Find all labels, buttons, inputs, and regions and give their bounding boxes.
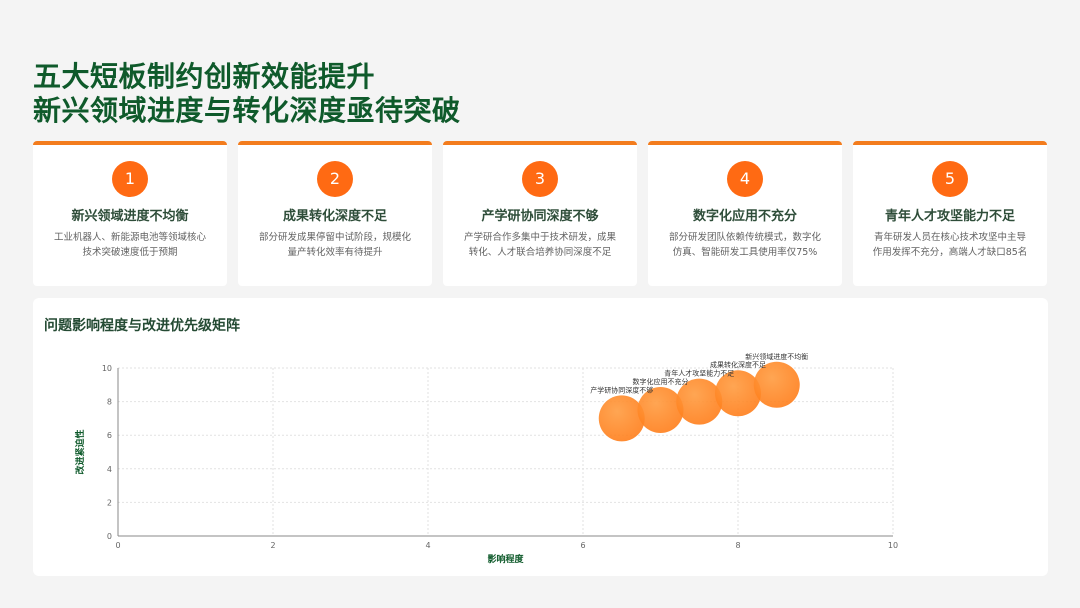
issue-card-5: 5 青年人才攻坚能力不足 青年研发人员在核心技术攻坚中主导作用发挥不充分，高端人… (853, 141, 1047, 286)
number-badge: 4 (727, 161, 763, 197)
data-point-label: 青年人才攻坚能力不足 (664, 369, 734, 378)
y-tick-label: 0 (107, 532, 112, 541)
card-title: 数字化应用不充分 (692, 209, 797, 224)
card-description: 工业机器人、新能源电池等领域核心技术突破速度低于预期 (53, 232, 206, 258)
data-point-label: 数字化应用不充分 (633, 377, 689, 386)
issue-card-3: 3 产学研协同深度不够 产学研合作多集中于技术研发，成果转化、人才联合培养协同深… (443, 141, 637, 286)
card-description: 部分研发成果停留中试阶段，规模化量产转化效率有待提升 (258, 232, 411, 258)
x-tick-label: 8 (735, 541, 740, 550)
number-badge: 5 (932, 161, 968, 197)
page-title-line-2: 新兴领域进度与转化深度亟待突破 (33, 94, 461, 127)
number-badge: 1 (112, 161, 148, 197)
scatter-chart: 0 2 4 6 8 10 0 2 4 6 8 10 影响程度 改进紧迫性 产学研协同深度不够数字化应用不充分… (74, 352, 898, 565)
chart-panel: 0 2 4 6 8 10 0 2 4 6 8 10 影响程度 改进紧迫性 产学研协同深度不够 数字化应用不充分… (33, 298, 1048, 576)
issue-card-1: 1 新兴领域进度不均衡 工业机器人、新能源电池等领域核心技术突破速度低于预期 (33, 141, 227, 286)
data-point-label: 产学研协同深度不够 (590, 385, 653, 394)
card-description: 产学研合作多集中于技术研发，成果转化、人才联合培养协同深度不足 (463, 232, 616, 258)
y-axis-label: 改进紧迫性 (74, 429, 86, 474)
y-tick-label: 10 (102, 364, 112, 373)
page-title-line-1: 五大短板制约创新效能提升 (33, 60, 376, 93)
issue-card-4: 4 数字化应用不充分 部分研发团队依赖传统模式，数字化仿真、智能研发工具使用率仅… (648, 141, 842, 286)
issue-cards: 1 新兴领域进度不均衡 工业机器人、新能源电池等领域核心技术突破速度低于预期 2… (33, 141, 1048, 286)
page-title: 五大短板制约创新效能提升 新兴领域进度与转化深度亟待突破 (33, 60, 733, 128)
card-title: 产学研协同深度不够 (481, 209, 599, 224)
x-tick-label: 10 (888, 541, 898, 550)
card-title: 新兴领域进度不均衡 (71, 209, 189, 224)
data-point-label: 成果转化深度不足 (710, 360, 766, 369)
card-title: 青年人才攻坚能力不足 (884, 209, 1015, 224)
x-tick-label: 4 (425, 541, 430, 550)
number-badge: 3 (522, 161, 558, 197)
x-axis-label: 影响程度 (487, 553, 524, 565)
y-tick-label: 2 (107, 498, 112, 507)
x-tick-label: 0 (115, 541, 120, 550)
data-point-label: 新兴领域进度不均衡 (745, 352, 808, 361)
number-badge: 2 (317, 161, 353, 197)
card-title: 成果转化深度不足 (282, 209, 387, 224)
x-tick-label: 6 (580, 541, 585, 550)
card-description: 青年研发人员在核心技术攻坚中主导作用发挥不充分，高端人才缺口85名 (872, 232, 1028, 258)
x-tick-label: 2 (270, 541, 275, 550)
y-tick-label: 6 (107, 431, 112, 440)
data-point (598, 395, 645, 442)
card-description: 部分研发团队依赖传统模式，数字化仿真、智能研发工具使用率仅75% (668, 232, 821, 258)
chart-title: 问题影响程度与改进优先级矩阵 (44, 318, 240, 334)
y-tick-label: 8 (107, 398, 112, 407)
y-tick-label: 4 (107, 465, 112, 474)
issue-card-2: 2 成果转化深度不足 部分研发成果停留中试阶段，规模化量产转化效率有待提升 (238, 141, 432, 286)
